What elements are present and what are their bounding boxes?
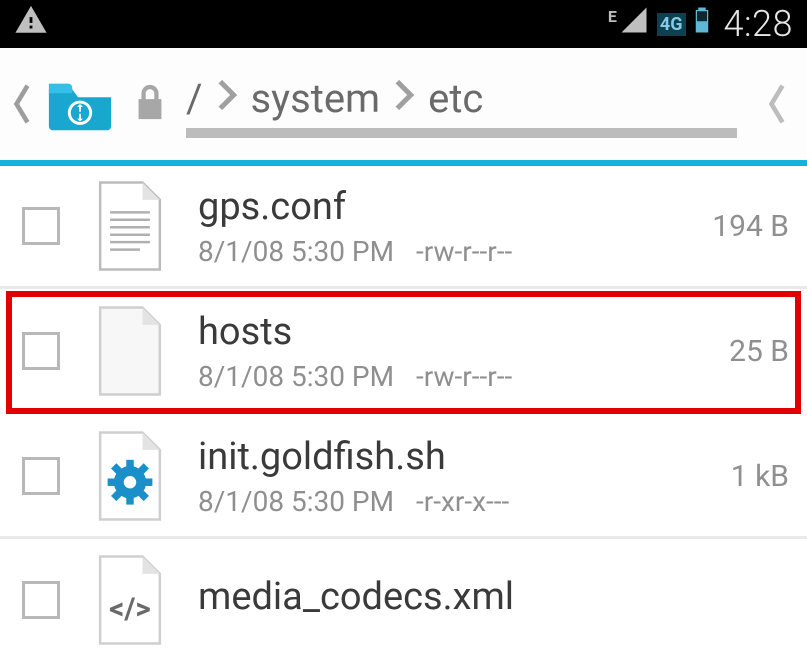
forward-button[interactable]	[757, 82, 797, 126]
breadcrumb-root[interactable]: /	[186, 75, 203, 122]
network-type-indicator: E	[608, 7, 617, 26]
file-perms: -rw-r--r--	[416, 235, 512, 268]
file-row[interactable]: gps.conf 8/1/08 5:30 PM -rw-r--r-- 194 B	[0, 166, 807, 289]
file-name: init.goldfish.sh	[198, 435, 719, 479]
back-button[interactable]	[10, 82, 34, 126]
clock: 4:28	[724, 3, 793, 45]
file-checkbox[interactable]	[22, 457, 60, 495]
file-name: hosts	[198, 310, 717, 354]
file-date: 8/1/08 5:30 PM	[198, 485, 394, 518]
path-toolbar: / system etc	[0, 48, 807, 160]
breadcrumb[interactable]: / system etc	[186, 70, 737, 138]
file-perms: -rw-r--r--	[416, 360, 512, 393]
text-file-icon	[90, 180, 170, 272]
svg-text:</>: </>	[109, 592, 151, 627]
battery-icon	[692, 4, 712, 44]
file-size: 1 kB	[731, 459, 789, 494]
chevron-right-icon	[217, 74, 237, 122]
breadcrumb-segment-etc[interactable]: etc	[428, 75, 483, 122]
file-name: gps.conf	[198, 185, 700, 229]
file-date: 8/1/08 5:30 PM	[198, 235, 394, 268]
data-indicator: 4G	[657, 13, 686, 36]
chevron-right-icon	[394, 74, 414, 122]
code-file-icon: </>	[90, 554, 170, 646]
android-status-bar: E 4G 4:28	[0, 0, 807, 48]
breadcrumb-segment-system[interactable]: system	[251, 75, 381, 122]
file-checkbox[interactable]	[22, 332, 60, 370]
file-date: 8/1/08 5:30 PM	[198, 360, 394, 393]
file-row[interactable]: init.goldfish.sh 8/1/08 5:30 PM -r-xr-x-…	[0, 416, 807, 539]
script-file-icon	[90, 430, 170, 522]
file-name: media_codecs.xml	[198, 575, 789, 619]
file-size: 194 B	[712, 209, 789, 244]
blank-file-icon	[90, 305, 170, 397]
home-folder-button[interactable]	[44, 74, 116, 134]
file-list: gps.conf 8/1/08 5:30 PM -rw-r--r-- 194 B…	[0, 166, 807, 661]
file-checkbox[interactable]	[22, 207, 60, 245]
file-row[interactable]: </> media_codecs.xml	[0, 539, 807, 661]
file-row[interactable]: hosts 8/1/08 5:30 PM -rw-r--r-- 25 B	[6, 291, 801, 414]
warning-icon	[14, 6, 48, 46]
file-checkbox[interactable]	[22, 581, 60, 619]
signal-icon	[619, 4, 649, 44]
file-perms: -r-xr-x---	[416, 485, 509, 518]
lock-icon	[132, 82, 172, 126]
file-size: 25 B	[729, 334, 789, 369]
